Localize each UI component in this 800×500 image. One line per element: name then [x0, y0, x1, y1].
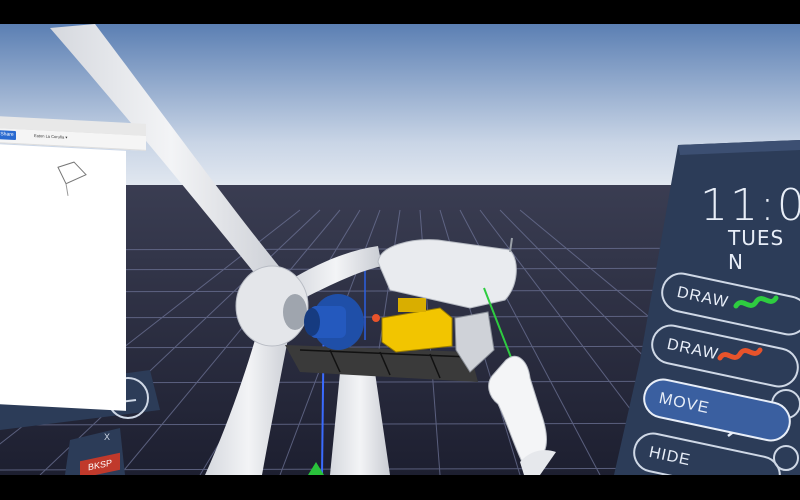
vr-viewport: Share Eaton La Coruña ▾ 11:0 TUES N DRAW…: [0, 0, 800, 500]
browser-window[interactable]: Share Eaton La Coruña ▾: [0, 116, 146, 424]
clock-time: 11:0: [700, 180, 800, 231]
clock-day: TUES N: [728, 226, 785, 274]
generator-top: [398, 298, 426, 312]
draw-green-label: DRAW: [675, 283, 731, 312]
document-title: Eaton La Coruña ▾: [34, 132, 68, 140]
document-canvas[interactable]: [0, 144, 126, 411]
draw-orange-label: DRAW: [665, 335, 721, 364]
share-button[interactable]: Share: [0, 130, 16, 141]
hide-label: HIDE: [647, 443, 693, 470]
keyboard-close-button[interactable]: X: [104, 432, 110, 442]
letterbox-bottom: [0, 475, 800, 500]
document-sketch: [57, 161, 87, 196]
letterbox-top: [0, 0, 800, 24]
move-label: MOVE: [657, 389, 711, 418]
main-shaft: [304, 308, 320, 336]
hub-flange: [283, 294, 307, 330]
coupling-marker: [372, 314, 380, 322]
